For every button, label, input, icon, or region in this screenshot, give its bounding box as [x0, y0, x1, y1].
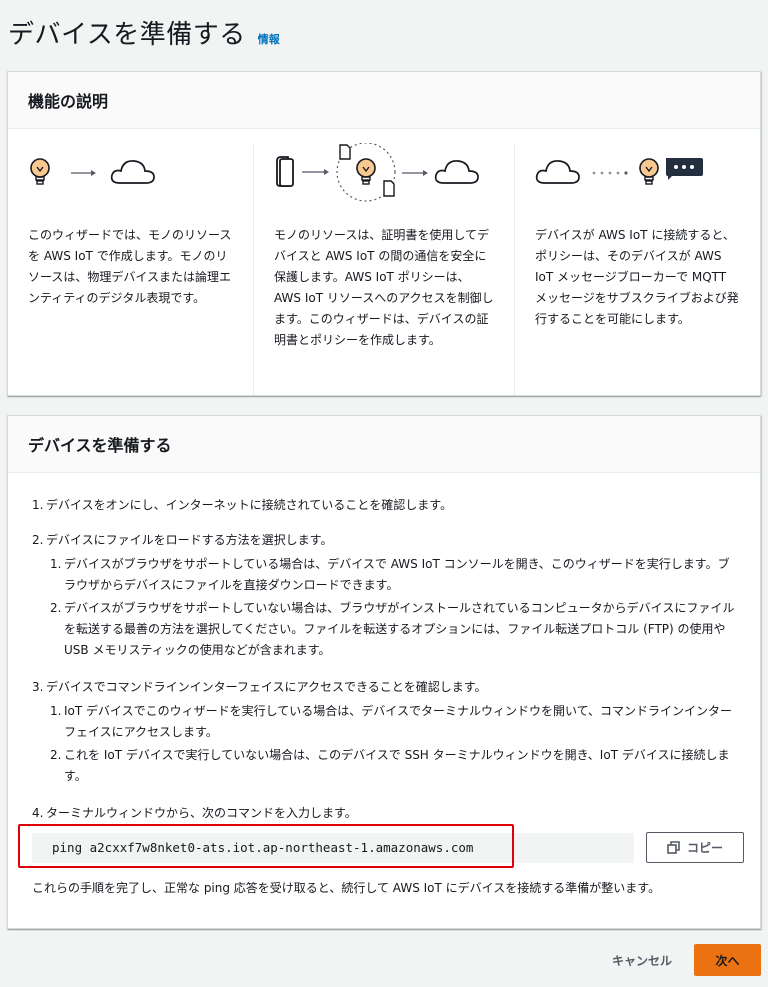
cloud-icon: [110, 160, 155, 184]
features-header: 機能の説明: [8, 72, 760, 129]
features-body: このウィザードでは、モノのリソースを AWS IoT で作成します。モノのリソー…: [8, 129, 760, 395]
copy-button[interactable]: コピー: [646, 832, 744, 863]
features-title: 機能の説明: [28, 92, 109, 111]
substep-3-2: 2. これを IoT デバイスで実行していない場合は、このデバイスで SSH タ…: [46, 745, 736, 787]
feature-text-1: このウィザードでは、モノのリソースを AWS IoT で作成します。モノのリソー…: [28, 228, 232, 305]
step-text: デバイスをオンにし、インターネットに接続されていることを確認します。: [46, 498, 453, 512]
info-link[interactable]: 情報: [258, 31, 280, 47]
substep-2-1: 1. デバイスがブラウザをサポートしている場合は、デバイスで AWS IoT コ…: [46, 554, 736, 596]
substeps: 1. IoT デバイスでこのウィザードを実行している場合は、デバイスでターミナル…: [46, 701, 736, 787]
lightbulb-icon: [30, 158, 50, 185]
step-number: 2.: [32, 533, 44, 547]
step-text: デバイスがブラウザをサポートしていない場合は、ブラウザがインストールされているコ…: [64, 601, 735, 657]
lightbulb-icon: [639, 158, 659, 185]
step-number: 1.: [50, 557, 62, 571]
footer-actions: キャンセル 次へ: [612, 944, 761, 976]
feature-column-1: このウィザードでは、モノのリソースを AWS IoT で作成します。モノのリソー…: [8, 143, 253, 395]
substep-3-1: 1. IoT デバイスでこのウィザードを実行している場合は、デバイスでターミナル…: [46, 701, 736, 743]
step-text: IoT デバイスでこのウィザードを実行している場合は、デバイスでターミナルウィン…: [64, 704, 732, 739]
arrow-right-icon: [71, 170, 96, 176]
secured-lightbulb-icon: [336, 142, 396, 202]
copy-icon: [667, 840, 680, 854]
feature-illustration-2: [274, 142, 494, 213]
cloud-icon: [535, 160, 580, 184]
feature-text-2: モノのリソースは、証明書を使用してデバイスと AWS IoT の間の通信を安全に…: [274, 228, 494, 347]
step-number: 1.: [32, 498, 44, 512]
features-container: 機能の説明 このウィザードでは、モノのリソースを AWS IoT で作成します。…: [7, 71, 761, 396]
command-row: ping a2cxxf7w8nket0-ats.iot.ap-northeast…: [18, 823, 760, 868]
cancel-button[interactable]: キャンセル: [612, 952, 672, 969]
substep-2-2: 2. デバイスがブラウザをサポートしていない場合は、ブラウザがインストールされて…: [46, 598, 736, 661]
step-4: 4. ターミナルウィンドウから、次のコマンドを入力します。: [32, 803, 736, 824]
step-text: これを IoT デバイスで実行していない場合は、このデバイスで SSH ターミナ…: [64, 748, 730, 783]
substeps: 1. デバイスがブラウザをサポートしている場合は、デバイスで AWS IoT コ…: [46, 554, 736, 661]
feature-column-3: デバイスが AWS IoT に接続すると、ポリシーは、そのデバイスが AWS I…: [514, 143, 760, 395]
steps-list: 1. デバイスをオンにし、インターネットに接続されていることを確認します。 2.…: [8, 473, 760, 824]
feature-text-3: デバイスが AWS IoT に接続すると、ポリシーは、そのデバイスが AWS I…: [535, 228, 739, 326]
step-number: 3.: [32, 680, 44, 694]
step-number: 2.: [50, 748, 62, 762]
feature-illustration-3: [535, 143, 740, 213]
page-header: デバイスを準備する 情報: [8, 14, 280, 51]
closing-text: これらの手順を完了し、正常な ping 応答を受け取ると、続行して AWS Io…: [32, 881, 661, 895]
dotted-connection-icon: [592, 171, 628, 175]
step-1: 1. デバイスをオンにし、インターネットに接続されていることを確認します。: [32, 495, 736, 516]
prepare-header: デバイスを準備する: [8, 416, 760, 473]
step-number: 4.: [32, 806, 44, 820]
step-text: ターミナルウィンドウから、次のコマンドを入力します。: [46, 806, 357, 820]
document-icon: [276, 156, 294, 187]
arrow-right-icon: [402, 170, 428, 176]
page-title: デバイスを準備する: [8, 20, 246, 50]
cloud-icon: [434, 160, 479, 184]
next-button[interactable]: 次へ: [694, 944, 761, 976]
step-number: 2.: [50, 601, 62, 615]
step-text: デバイスがブラウザをサポートしている場合は、デバイスで AWS IoT コンソー…: [64, 557, 730, 592]
step-number: 1.: [50, 704, 62, 718]
step-2: 2. デバイスにファイルをロードする方法を選択します。 1. デバイスがブラウザ…: [32, 530, 736, 663]
prepare-title: デバイスを準備する: [28, 436, 172, 455]
prepare-device-container: デバイスを準備する 1. デバイスをオンにし、インターネットに接続されていること…: [7, 415, 761, 929]
step-text: デバイスにファイルをロードする方法を選択します。: [46, 533, 333, 547]
command-text[interactable]: ping a2cxxf7w8nket0-ats.iot.ap-northeast…: [52, 840, 473, 855]
message-bubble-icon: [666, 158, 703, 180]
copy-label: コピー: [686, 841, 723, 855]
feature-illustration-1: [28, 143, 233, 213]
step-3: 3. デバイスでコマンドラインインターフェイスにアクセスできることを確認します。…: [32, 677, 736, 789]
feature-column-2: モノのリソースは、証明書を使用してデバイスと AWS IoT の間の通信を安全に…: [253, 142, 514, 395]
step-text: デバイスでコマンドラインインターフェイスにアクセスできることを確認します。: [46, 680, 487, 694]
arrow-right-icon: [302, 169, 329, 175]
command-code-block[interactable]: ping a2cxxf7w8nket0-ats.iot.ap-northeast…: [18, 823, 634, 868]
